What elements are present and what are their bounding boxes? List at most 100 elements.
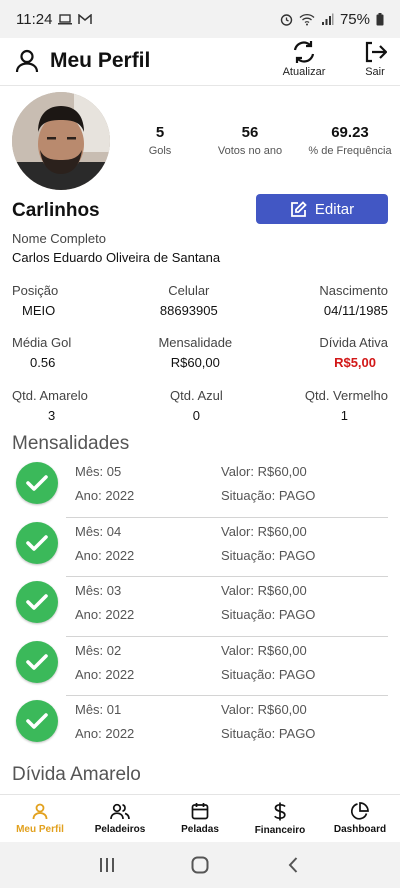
- nav-item-financeiro[interactable]: Financeiro: [240, 795, 320, 842]
- debt-field: Dívida Ativa R$5,00: [319, 335, 388, 370]
- check-circle-icon: [16, 581, 58, 623]
- list-item[interactable]: Mês: 03 Ano: 2022 Valor: R$60,00 Situaçã…: [0, 577, 400, 637]
- payment-status: Situação: PAGO: [221, 666, 316, 682]
- payment-year: Ano: 2022: [75, 726, 135, 741]
- user-icon: [15, 49, 39, 73]
- full-name-label: Nome Completo: [12, 231, 106, 246]
- status-bar: 11:24 75%: [0, 0, 400, 38]
- yellow-debt-section-title: Dívida Amarelo: [12, 764, 141, 785]
- red-cards-label: Qtd. Vermelho: [304, 388, 388, 403]
- logout-label: Sair: [365, 66, 385, 78]
- laptop-icon: [58, 13, 73, 24]
- stat-label: Gols: [148, 145, 172, 157]
- refresh-label: Atualizar: [282, 66, 326, 78]
- nav-item-dashboard[interactable]: Dashboard: [320, 795, 400, 842]
- list-item[interactable]: Mês: 05 Ano: 2022 Valor: R$60,00 Situaçã…: [0, 458, 400, 518]
- refresh-icon: [293, 41, 315, 63]
- payment-status: Situação: PAGO: [221, 607, 316, 622]
- check-circle-icon: [16, 640, 58, 683]
- back-button[interactable]: [273, 845, 313, 885]
- check-circle-icon: [16, 700, 58, 742]
- nav-label: Peladeiros: [94, 824, 146, 835]
- payments-list: Mês: 05 Ano: 2022 Valor: R$60,00 Situaçã…: [0, 458, 400, 756]
- battery-percent: 75%: [339, 10, 370, 28]
- list-item[interactable]: Mês: 04 Ano: 2022 Valor: R$60,00 Situaçã…: [0, 518, 400, 577]
- blue-cards-value: 0: [192, 408, 200, 423]
- payment-status: Situação: PAGO: [221, 547, 316, 563]
- payment-year: Ano: 2022: [75, 547, 135, 563]
- battery-icon: [376, 12, 384, 25]
- birth-label: Nascimento: [319, 283, 388, 298]
- payments-section-title: Mensalidades: [12, 433, 130, 454]
- payment-status: Situação: PAGO: [221, 488, 316, 503]
- recent-apps-icon: [99, 858, 114, 872]
- info-row-finance: Média Gol 0.56 Mensalidade R$60,00 Dívid…: [12, 335, 388, 370]
- payment-year: Ano: 2022: [75, 607, 135, 622]
- check-circle-icon: [16, 521, 58, 564]
- stat-value: 56: [241, 124, 259, 141]
- avatar[interactable]: [12, 92, 110, 190]
- blue-cards-field: Qtd. Azul 0: [170, 388, 223, 423]
- profile-nickname: Carlinhos: [12, 200, 100, 221]
- back-icon: [288, 857, 298, 873]
- yellow-cards-label: Qtd. Amarelo: [12, 388, 88, 403]
- red-cards-value: 1: [340, 408, 348, 423]
- nav-label: Financeiro: [254, 824, 306, 836]
- birth-field: Nascimento 04/11/1985: [319, 283, 388, 318]
- list-item[interactable]: Mês: 01 Ano: 2022 Valor: R$60,00 Situaçã…: [0, 696, 400, 756]
- yellow-cards-field: Qtd. Amarelo 3: [12, 388, 88, 423]
- info-row-personal: Posição MEIO Celular 88693905 Nascimento…: [12, 283, 388, 318]
- monthly-value: R$60,00: [170, 355, 220, 370]
- avg-goal-label: Média Gol: [12, 335, 72, 350]
- payment-status: Situação: PAGO: [221, 726, 316, 741]
- recent-apps-button[interactable]: [87, 845, 127, 885]
- yellow-cards-value: 3: [48, 408, 56, 423]
- payment-year: Ano: 2022: [75, 666, 135, 682]
- payment-value: Valor: R$60,00: [221, 642, 307, 658]
- edit-label: Editar: [314, 200, 355, 218]
- stat-votes: 56 Votos no ano: [200, 124, 300, 157]
- refresh-button[interactable]: Atualizar: [282, 40, 326, 78]
- payment-value: Valor: R$60,00: [221, 583, 307, 598]
- nav-label: Meu Perfil: [16, 824, 64, 835]
- nav-item-peladas[interactable]: Peladas: [160, 795, 240, 842]
- edit-icon: [291, 200, 307, 217]
- phone-field: Celular 88693905: [160, 283, 218, 318]
- payment-year: Ano: 2022: [75, 488, 135, 503]
- payment-month: Mês: 02: [75, 642, 122, 658]
- phone-value: 88693905: [159, 303, 218, 318]
- nav-item-peladeiros[interactable]: Peladeiros: [80, 795, 160, 842]
- nav-label: Dashboard: [333, 824, 387, 835]
- stat-frequency: 69.23 % de Frequência: [300, 124, 400, 157]
- edit-button[interactable]: Editar: [256, 194, 388, 224]
- stat-value: 69.23: [331, 124, 369, 141]
- position-value: MEIO: [22, 303, 56, 318]
- stat-label: % de Frequência: [308, 145, 392, 157]
- profile-stats: 5 Gols 56 Votos no ano 69.23 % de Frequê…: [120, 124, 400, 157]
- monthly-label: Mensalidade: [158, 335, 233, 350]
- signal-icon: [321, 13, 334, 25]
- debt-label: Dívida Ativa: [319, 335, 388, 350]
- nav-label: Peladas: [181, 824, 219, 835]
- debt-value: R$5,00: [334, 355, 376, 370]
- calendar-icon: [191, 803, 209, 820]
- app-header: Meu Perfil Atualizar Sair: [0, 38, 400, 86]
- stat-value: 5: [155, 124, 165, 141]
- red-cards-field: Qtd. Vermelho 1: [305, 388, 388, 423]
- blue-cards-label: Qtd. Azul: [170, 388, 223, 403]
- bottom-nav: Meu Perfil Peladeiros Peladas Financeiro…: [0, 794, 400, 842]
- stat-goals: 5 Gols: [120, 124, 200, 157]
- position-field: Posição MEIO: [12, 283, 58, 318]
- payment-value: Valor: R$60,00: [221, 523, 307, 539]
- list-item[interactable]: Mês: 02 Ano: 2022 Valor: R$60,00 Situaçã…: [0, 637, 400, 696]
- birth-value: 04/11/1985: [323, 303, 388, 318]
- payment-value: Valor: R$60,00: [221, 464, 307, 479]
- avatar-photo: [12, 92, 110, 190]
- nav-item-meu-perfil[interactable]: Meu Perfil: [0, 795, 80, 842]
- payment-month: Mês: 03: [75, 583, 122, 598]
- logout-button[interactable]: Sair: [356, 40, 394, 78]
- info-row-cards: Qtd. Amarelo 3 Qtd. Azul 0 Qtd. Vermelho…: [12, 388, 388, 423]
- payment-month: Mês: 01: [75, 702, 122, 717]
- phone-label: Celular: [168, 283, 210, 298]
- home-button[interactable]: [180, 845, 220, 885]
